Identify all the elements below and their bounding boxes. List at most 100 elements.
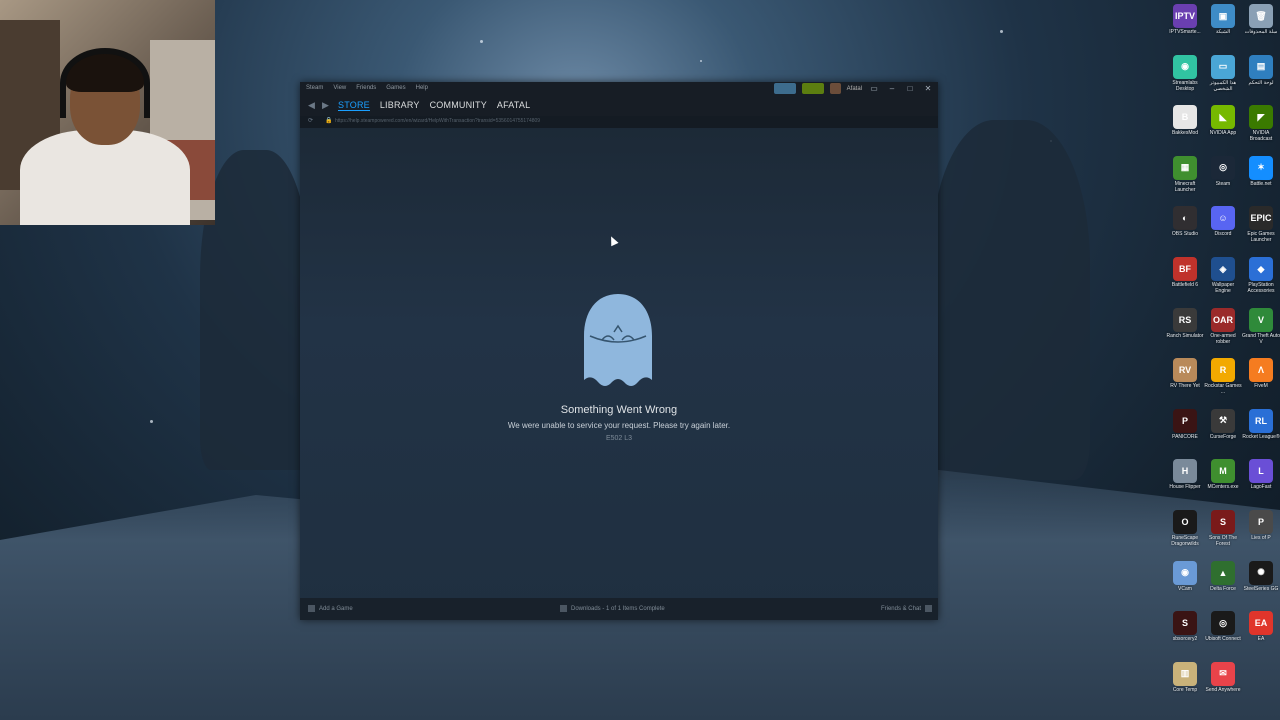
desktop-shortcut[interactable]: RV RV There Yet	[1166, 356, 1204, 407]
notifications-button[interactable]	[801, 83, 824, 94]
desktop-shortcut-label: Streamlabs Desktop	[1172, 79, 1198, 92]
account-name[interactable]: Afatal	[847, 86, 862, 92]
desktop-shortcut[interactable]: EA EA	[1242, 609, 1280, 660]
battlenet-icon: ✶	[1249, 155, 1273, 180]
downloads-button[interactable]: Downloads - 1 of 1 Items Complete	[560, 605, 665, 612]
desktop-shortcut[interactable]: P Lies of P	[1242, 508, 1280, 559]
desktop-shortcut[interactable]: ▲ Delta Force	[1204, 559, 1242, 610]
desktop-shortcut-label: VCam	[1178, 585, 1192, 592]
desktop-shortcut[interactable]: ◉ Streamlabs Desktop	[1166, 53, 1204, 104]
menu-item-help[interactable]: Help	[416, 85, 428, 91]
maximize-icon[interactable]: □	[904, 84, 916, 93]
desktop-shortcut[interactable]: ✶ Battle.net	[1242, 154, 1280, 205]
tab-library[interactable]: LIBRARY	[380, 100, 420, 111]
snow-particle	[700, 60, 702, 62]
desktop-shortcut[interactable]: S Sons Of The Forest	[1204, 508, 1242, 559]
forward-arrow-icon[interactable]: ▶	[322, 100, 329, 111]
desktop-shortcut[interactable]: ◣ NVIDIA App	[1204, 103, 1242, 154]
desktop-shortcut[interactable]: L LagoFast	[1242, 457, 1280, 508]
close-icon[interactable]: ✕	[922, 84, 934, 93]
desktop-shortcut[interactable]: ▥ Core Temp	[1166, 660, 1204, 711]
gta-icon: V	[1249, 307, 1273, 332]
desktop-shortcut-label: RV There Yet	[1170, 383, 1200, 390]
desktop-shortcut-label: NVIDIA App	[1209, 130, 1237, 137]
desktop-shortcut[interactable]: Ssbsorcery2	[1166, 609, 1204, 660]
desktop-shortcut[interactable]: M MCenters.exe	[1204, 457, 1242, 508]
avatar[interactable]	[829, 83, 841, 94]
streamlabs-icon: ◉	[1173, 54, 1197, 79]
desktop-shortcut[interactable]: ◉ VCam	[1166, 559, 1204, 610]
desktop-shortcut[interactable]: O RuneScape Dragonwilds	[1166, 508, 1204, 559]
desktop-shortcut[interactable]: ◎ Ubisoft Connect	[1204, 609, 1242, 660]
downloads-label: Downloads - 1 of 1 Items Complete	[571, 605, 665, 612]
tab-store[interactable]: STORE	[338, 100, 370, 111]
desktop-shortcut[interactable]: Λ FiveM	[1242, 356, 1280, 407]
desktop-shortcut[interactable]: V Grand Theft Auto V	[1242, 306, 1280, 357]
lagofast-icon: L	[1249, 459, 1273, 484]
rv-there-yet-icon: RV	[1173, 358, 1197, 383]
desktop-shortcut-label: Lies of P	[1251, 535, 1271, 541]
desktop-shortcut[interactable]: ◤ NVIDIA Broadcast	[1242, 103, 1280, 154]
delta-force-icon: ▲	[1211, 560, 1235, 585]
menu-item-games[interactable]: Games	[386, 85, 405, 91]
panicore-icon: P	[1173, 408, 1197, 433]
refresh-icon[interactable]: ⟳	[308, 117, 313, 124]
desktop-shortcut[interactable]: BF Battlefield 6	[1166, 255, 1204, 306]
menu-item-steam[interactable]: Steam	[306, 85, 323, 91]
desktop-shortcut[interactable]: B BakkesMod	[1166, 103, 1204, 154]
menu-item-view[interactable]: View	[333, 85, 346, 91]
desktop-shortcut[interactable]: ◎ Steam	[1204, 154, 1242, 205]
desktop-shortcut[interactable]: 🗑 سلة المحذوفات	[1242, 2, 1280, 53]
friends-chat-button[interactable]: Friends & Chat	[881, 605, 932, 612]
steam-titlebar[interactable]: Steam View Friends Games Help Afatal ▭ –…	[300, 82, 938, 98]
desktop-shortcut[interactable]: IPTV IPTVSmarte...	[1166, 2, 1204, 53]
menu-item-friends[interactable]: Friends	[356, 85, 376, 91]
desktop-shortcut[interactable]: RS Ranch Simulator	[1166, 306, 1204, 357]
url-bar[interactable]: ⟳ 🔒 https://help.steampowered.com/en/wiz…	[300, 116, 938, 128]
desktop-shortcut[interactable]: ⚒ CurseForge	[1204, 407, 1242, 458]
steam-window: Steam View Friends Games Help Afatal ▭ –…	[300, 82, 938, 620]
desktop-shortcut[interactable]: ◈ Wallpaper Engine	[1204, 255, 1242, 306]
lock-icon: 🔒	[325, 118, 333, 124]
desktop-shortcut[interactable]: ◐ OBS Studio	[1166, 204, 1204, 255]
desktop-shortcut[interactable]: EPIC Epic Games Launcher	[1242, 204, 1280, 255]
discord-icon: ☺	[1211, 206, 1235, 231]
url-text[interactable]: https://help.steampowered.com/en/wizard/…	[335, 118, 540, 124]
tab-community[interactable]: COMMUNITY	[430, 100, 487, 111]
ubisoft-icon: ◎	[1211, 611, 1235, 636]
desktop-shortcut[interactable]: ✉ Send Anywhere	[1204, 660, 1242, 711]
desktop-shortcut[interactable]: RL Rocket League®	[1242, 407, 1280, 458]
core-temp-icon: ▥	[1173, 661, 1197, 686]
broadcast-button[interactable]	[773, 83, 796, 94]
nvidia-broadcast-icon: ◤	[1249, 105, 1273, 130]
desktop-shortcut[interactable]: ☺ Discord	[1204, 204, 1242, 255]
desktop-shortcut[interactable]: H House Flipper	[1166, 457, 1204, 508]
house-flipper-icon: H	[1173, 459, 1197, 484]
desktop-shortcut[interactable]: R Rockstar Games ...	[1204, 356, 1242, 407]
add-game-button[interactable]: Add a Game	[308, 605, 353, 612]
desktop-shortcut[interactable]: ▣ الشبكة	[1204, 2, 1242, 53]
desktop-shortcut[interactable]: OAR One-armed robber	[1204, 306, 1242, 357]
desktop-shortcut-label: sbsorcery2	[1172, 636, 1198, 643]
tab-profile[interactable]: AFATAL	[497, 100, 530, 111]
steam-navbar: ◀ ▶ STORE LIBRARY COMMUNITY AFATAL	[300, 98, 938, 116]
desktop-shortcut-label: FiveM	[1254, 383, 1268, 390]
bakkesmod-icon: B	[1173, 105, 1197, 130]
back-arrow-icon[interactable]: ◀	[308, 100, 315, 111]
desktop-shortcut[interactable]: ◆ PlayStation Accessories	[1242, 255, 1280, 306]
wallpaper-engine-icon: ◈	[1211, 257, 1235, 281]
network-icon: ▣	[1211, 4, 1235, 28]
desktop-shortcut[interactable]: ✺ SteelSeries GG	[1242, 559, 1280, 610]
big-picture-icon[interactable]: ▭	[868, 84, 880, 93]
minimize-icon[interactable]: –	[886, 84, 898, 93]
steam-menu-bar: Steam View Friends Games Help	[306, 85, 428, 91]
desktop-shortcut[interactable]: P PANICORE	[1166, 407, 1204, 458]
mcenters-icon: M	[1211, 459, 1235, 484]
desktop-shortcut[interactable]: ▦ Minecraft Launcher	[1166, 154, 1204, 205]
desktop-shortcut[interactable]: ▭ هذا الكمبيوتر الشخصي	[1204, 53, 1242, 104]
titlebar-controls: Afatal ▭ – □ ✕	[773, 83, 934, 94]
sbsorcery-icon: S	[1173, 611, 1197, 636]
background-tree	[200, 150, 310, 470]
desktop-shortcut-label: Epic Games Launcher	[1247, 231, 1275, 244]
desktop-shortcut[interactable]: ▤ لوحة التحكم	[1242, 53, 1280, 104]
